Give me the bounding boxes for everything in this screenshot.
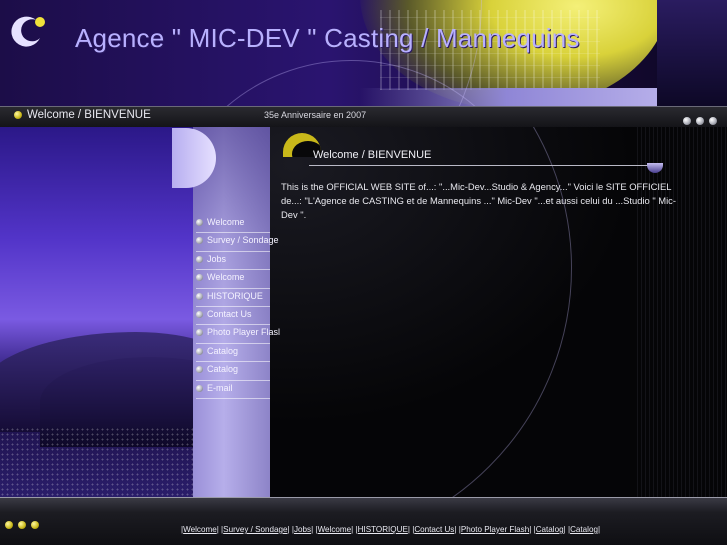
footer: |Welcome| |Survey / Sondage| |Jobs| |Wel… — [0, 497, 727, 545]
heading-divider — [309, 165, 657, 166]
gray-orb-icon — [196, 274, 203, 282]
gray-orb-icon[interactable] — [709, 117, 717, 125]
nav-item-welcome-2[interactable]: Welcome — [196, 270, 270, 289]
nav-item-email[interactable]: E-mail — [196, 381, 270, 399]
anniversary-text: 35e Anniversaire en 2007 — [264, 110, 367, 120]
nav-item-label: E-mail — [207, 382, 233, 393]
gray-orb-icon — [196, 237, 203, 245]
gray-orb-icon — [196, 292, 203, 300]
yellow-orb-icon[interactable] — [5, 521, 13, 529]
content-heading: Welcome / BIENVENUE — [313, 149, 432, 161]
footer-link-catalog[interactable]: Catalog — [536, 525, 564, 534]
gray-orb-icon — [196, 255, 203, 263]
nav-item-label: Welcome — [207, 217, 245, 227]
nav-item-jobs[interactable]: Jobs — [196, 252, 270, 271]
gray-orb-icon — [196, 347, 203, 355]
gray-orb-icon — [196, 310, 203, 318]
footer-links: |Welcome| |Survey / Sondage| |Jobs| |Wel… — [181, 525, 601, 534]
header-right-band — [657, 0, 727, 106]
nav-item-label: Jobs — [207, 253, 227, 264]
top-bar: Welcome / BIENVENUE 35e Anniversaire en … — [0, 106, 727, 128]
footer-link-catalog-2[interactable]: Catalog — [570, 525, 598, 534]
gray-orb-icon[interactable] — [696, 117, 704, 125]
landscape-photo — [0, 127, 193, 497]
footer-icon-group — [5, 516, 44, 534]
yellow-orb-icon[interactable] — [31, 521, 39, 529]
side-nav: Welcome Survey / Sondage Jobs Welcome HI… — [196, 215, 306, 399]
topbar-welcome-label: Welcome / BIENVENUE — [27, 109, 151, 121]
nav-item-survey[interactable]: Survey / Sondage — [196, 233, 279, 252]
gray-orb-icon[interactable] — [683, 117, 691, 125]
yellow-orb-icon[interactable] — [18, 521, 26, 529]
nav-item-photo-player[interactable]: Photo Player Flasl — [196, 325, 280, 344]
footer-link-welcome-2[interactable]: Welcome — [318, 525, 352, 534]
nav-item-label: Catalog — [207, 364, 239, 375]
nav-item-label: HISTORIQUE — [207, 290, 263, 301]
gray-orb-icon — [196, 219, 203, 226]
main-content: Welcome / BIENVENUE This is the OFFICIAL… — [270, 127, 727, 497]
topbar-welcome: Welcome / BIENVENUE — [14, 109, 151, 121]
footer-link-photo-player[interactable]: Photo Player Flash — [461, 525, 529, 534]
nav-item-welcome[interactable]: Welcome — [196, 215, 270, 234]
dot-pattern — [0, 427, 193, 497]
gray-orb-icon — [196, 329, 203, 337]
crescent-logo-icon — [11, 16, 45, 47]
nav-item-label: Welcome — [207, 272, 245, 283]
footer-link-contact-us[interactable]: Contact Us — [414, 525, 454, 534]
nav-item-label: Survey / Sondage — [207, 235, 279, 246]
nav-item-catalog[interactable]: Catalog — [196, 344, 270, 363]
nav-item-catalog-2[interactable]: Catalog — [196, 362, 270, 381]
header-banner: Agence " MIC-DEV " Casting / Mannequins — [0, 0, 727, 106]
nav-item-contact-us[interactable]: Contact Us — [196, 307, 270, 326]
site-title: Agence " MIC-DEV " Casting / Mannequins — [75, 23, 580, 53]
nav-item-label: Photo Player Flasl — [207, 327, 281, 338]
gray-orb-icon — [196, 366, 203, 374]
gray-orb-icon — [196, 384, 203, 392]
nav-item-historique[interactable]: HISTORIQUE — [196, 289, 270, 307]
yellow-orb-icon — [14, 111, 22, 119]
nav-item-label: Catalog — [207, 345, 239, 356]
footer-link-jobs[interactable]: Jobs — [294, 525, 311, 534]
content-body: This is the OFFICIAL WEB SITE of...: "..… — [281, 181, 676, 220]
footer-link-historique[interactable]: HISTORIQUE — [358, 525, 408, 534]
footer-link-survey[interactable]: Survey / Sondage — [223, 525, 287, 534]
footer-link-welcome[interactable]: Welcome — [183, 525, 217, 534]
page: Agence " MIC-DEV " Casting / Mannequins … — [0, 0, 727, 545]
nav-item-label: Contact Us — [207, 308, 252, 319]
